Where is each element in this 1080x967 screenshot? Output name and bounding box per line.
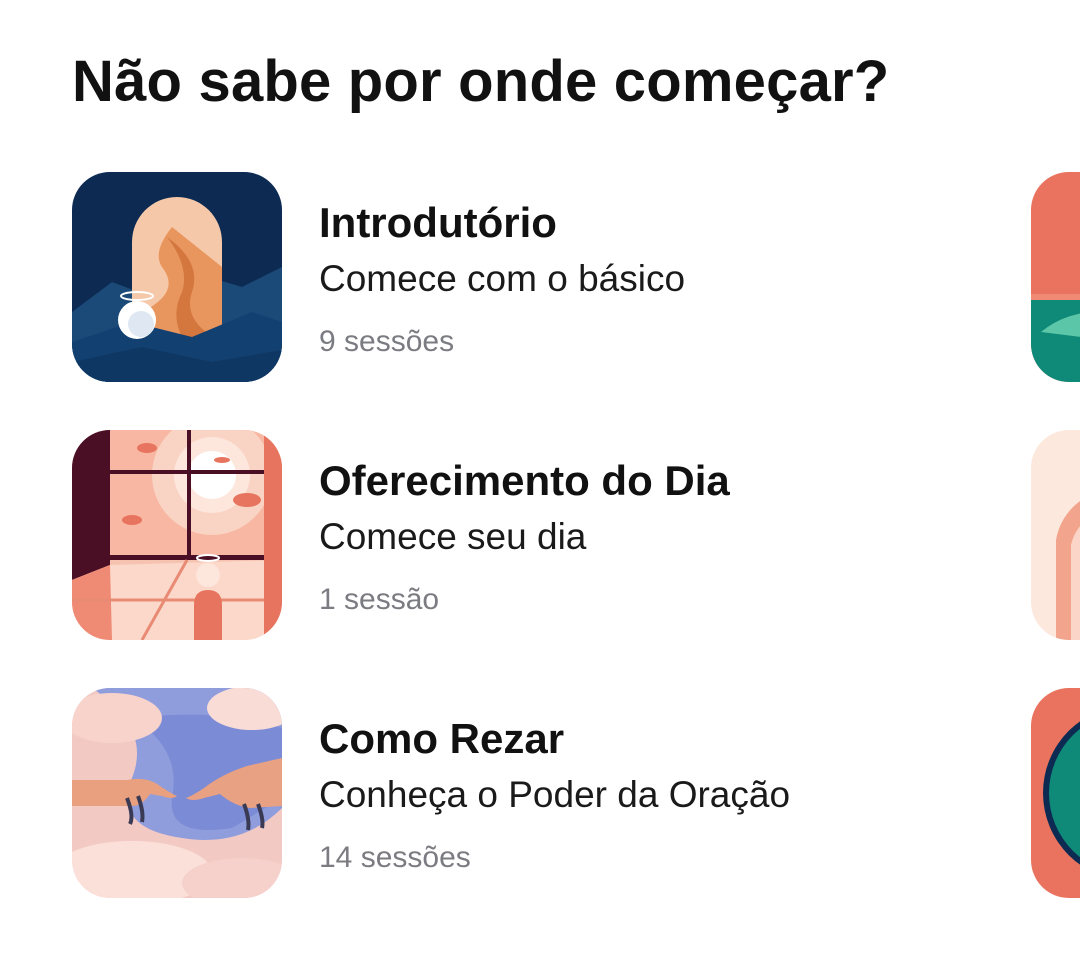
course-card-text: Oferecimento do Dia Comece seu dia 1 ses… xyxy=(319,456,919,618)
course-title: Introdutório xyxy=(319,199,557,246)
course-row: Oferecimento do Dia Comece seu dia 1 ses… xyxy=(0,430,1080,642)
reaching-hands-icon xyxy=(72,688,282,898)
next-column-card[interactable] xyxy=(1031,172,1080,382)
course-card-text: Como Rezar Conheça o Poder da Oração 14 … xyxy=(319,714,919,876)
session-count: 14 sessões xyxy=(319,841,471,874)
section-title: Não sabe por onde começar? xyxy=(72,49,890,114)
next-column-card[interactable] xyxy=(1031,430,1080,640)
desert-arch-icon xyxy=(72,172,282,382)
session-count: 9 sessões xyxy=(319,325,455,358)
peach-arch-icon xyxy=(1031,430,1080,640)
course-card-text: Introdutório Comece com o básico 9 sessõ… xyxy=(319,198,919,360)
session-count: 1 sessão xyxy=(319,583,440,616)
next-column-card[interactable] xyxy=(1031,688,1080,898)
course-subtitle: Comece seu dia xyxy=(319,516,587,557)
course-subtitle: Conheça o Poder da Oração xyxy=(319,774,791,815)
course-title: Como Rezar xyxy=(319,715,565,762)
course-card-oferecimento[interactable]: Oferecimento do Dia Comece seu dia 1 ses… xyxy=(72,430,730,642)
teal-circle-icon xyxy=(1031,688,1080,898)
course-title: Oferecimento do Dia xyxy=(319,457,730,504)
course-subtitle: Comece com o básico xyxy=(319,258,686,299)
course-row: Introdutório Comece com o básico 9 sessõ… xyxy=(0,172,1080,384)
course-row: Como Rezar Conheça o Poder da Oração 14 … xyxy=(0,688,1080,900)
coral-teal-landscape-icon xyxy=(1031,172,1080,382)
sunlit-window-icon xyxy=(72,430,282,640)
course-card-como-rezar[interactable]: Como Rezar Conheça o Poder da Oração 14 … xyxy=(72,688,790,900)
course-card-introdutorio[interactable]: Introdutório Comece com o básico 9 sessõ… xyxy=(72,172,685,384)
